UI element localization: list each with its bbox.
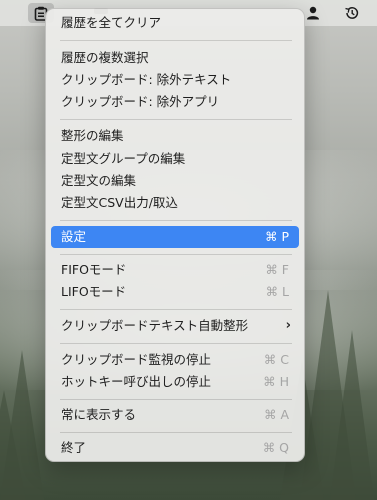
menu-separator (60, 399, 292, 400)
tree-silhouette (330, 330, 374, 500)
menu-item-shortcut: ⌘ F (265, 262, 289, 277)
person-icon[interactable] (304, 4, 322, 22)
menu-separator (60, 220, 292, 221)
menu-separator (60, 254, 292, 255)
menu-item-edit-snippet-groups[interactable]: 定型文グループの編集 (51, 148, 299, 170)
menu-item-settings[interactable]: 設定 ⌘ P (51, 226, 299, 248)
menu-item-label: FIFOモード (61, 262, 127, 277)
menu-item-label: 常に表示する (61, 407, 137, 422)
menu-item-shortcut: ⌘ C (263, 352, 289, 367)
menu-item-lifo-mode[interactable]: LIFOモード ⌘ L (51, 281, 299, 303)
menu-item-shortcut: ⌘ P (264, 229, 289, 244)
menu-item-label: 定型文グループの編集 (61, 151, 186, 166)
menu-item-label: 終了 (61, 440, 87, 455)
menu-item-label: 履歴を全てクリア (61, 15, 162, 30)
menu-item-shortcut: ⌘ Q (262, 440, 289, 455)
menu-item-stop-clipboard-monitor[interactable]: クリップボード監視の停止 ⌘ C (51, 349, 299, 371)
menu-item-label: 定型文の編集 (61, 173, 137, 188)
menu-item-label: 履歴の複数選択 (61, 50, 149, 65)
menu-item-label: クリップボード監視の停止 (61, 352, 212, 367)
chevron-right-icon: › (285, 318, 291, 333)
menu-item-auto-format-submenu[interactable]: クリップボードテキスト自動整形 › (51, 315, 299, 337)
menu-item-label: 整形の編集 (61, 128, 124, 143)
tree-silhouette (0, 390, 26, 500)
menu-item-shortcut: ⌘ H (263, 374, 289, 389)
menu-item-label: 定型文CSV出力/取込 (61, 195, 178, 210)
menu-item-quit[interactable]: 終了 ⌘ Q (51, 437, 299, 459)
menu-item-multi-select-history[interactable]: 履歴の複数選択 (51, 47, 299, 69)
menu-item-snippet-csv[interactable]: 定型文CSV出力/取込 (51, 192, 299, 214)
menu-separator (60, 40, 292, 41)
menu-item-always-show[interactable]: 常に表示する ⌘ A (51, 404, 299, 426)
history-icon[interactable] (343, 4, 361, 22)
dropdown-menu: 履歴を全てクリア 履歴の複数選択 クリップボード: 除外テキスト クリップボード… (45, 8, 305, 462)
history-icon-glyph (345, 7, 359, 19)
menu-item-edit-snippets[interactable]: 定型文の編集 (51, 170, 299, 192)
menu-item-excluded-apps[interactable]: クリップボード: 除外アプリ (51, 91, 299, 113)
menu-separator (60, 119, 292, 120)
menu-item-label: ホットキー呼び出しの停止 (61, 374, 212, 389)
menu-item-label: クリップボード: 除外テキスト (61, 72, 232, 87)
menu-item-label: LIFOモード (61, 284, 127, 299)
menu-item-label: クリップボードテキスト自動整形 (61, 318, 249, 333)
person-icon-glyph (307, 6, 319, 20)
menu-item-shortcut: ⌘ L (265, 284, 289, 299)
menu-item-excluded-text[interactable]: クリップボード: 除外テキスト (51, 69, 299, 91)
menu-item-clear-history[interactable]: 履歴を全てクリア (51, 12, 299, 34)
menu-item-label: クリップボード: 除外アプリ (61, 94, 220, 109)
menu-item-label: 設定 (61, 229, 87, 244)
menu-item-edit-formatting[interactable]: 整形の編集 (51, 125, 299, 147)
menu-separator (60, 343, 292, 344)
menu-item-fifo-mode[interactable]: FIFOモード ⌘ F (51, 259, 299, 281)
menu-item-shortcut: ⌘ A (263, 407, 289, 422)
menu-separator (60, 309, 292, 310)
menu-item-stop-hotkey[interactable]: ホットキー呼び出しの停止 ⌘ H (51, 371, 299, 393)
menu-separator (60, 432, 292, 433)
